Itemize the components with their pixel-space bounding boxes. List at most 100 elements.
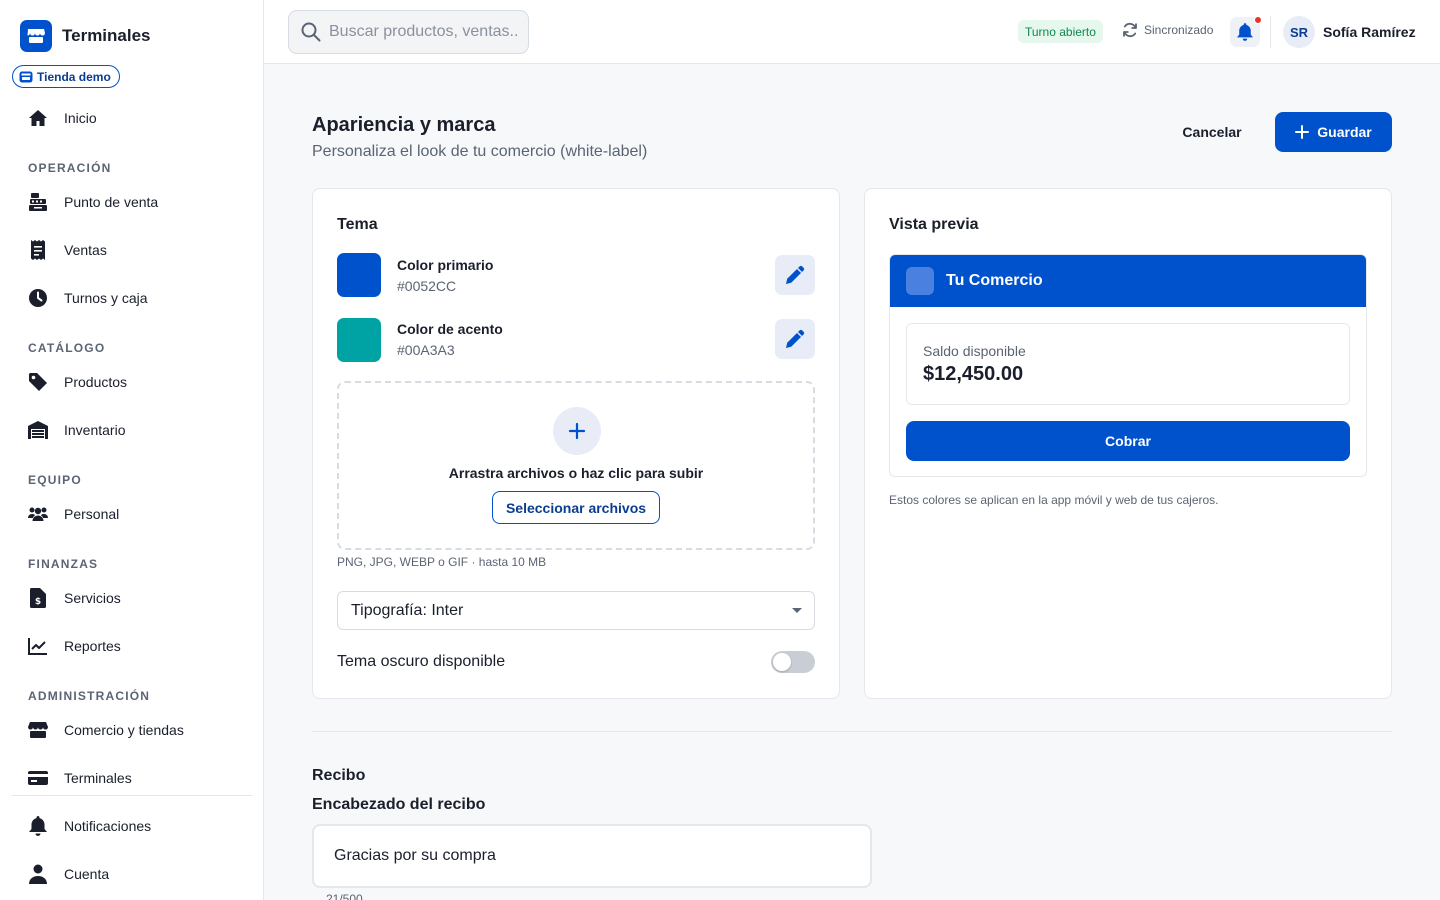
accent-color-swatch[interactable] <box>337 318 381 362</box>
preview-logo <box>906 267 934 295</box>
sidebar-item-terminales[interactable]: Terminales <box>28 766 132 790</box>
balance-value: $12,450.00 <box>923 363 1024 385</box>
char-counter: 21/500 <box>326 892 363 900</box>
home-icon <box>28 108 48 128</box>
preview-charge-button[interactable]: Cobrar <box>906 421 1350 461</box>
receipt-header-input[interactable] <box>312 824 872 888</box>
preview-balance-card: Saldo disponible $12,450.00 <box>906 323 1350 405</box>
typography-select[interactable]: Tipografía: Inter <box>337 591 815 630</box>
sidebar-item-label: Comercio y tiendas <box>64 722 184 738</box>
bell-icon <box>28 816 48 836</box>
page-subtitle: Personaliza el look de tu comercio (whit… <box>312 143 648 160</box>
logo-dropzone[interactable]: Arrastra archivos o haz clic para subir … <box>337 381 815 550</box>
sidebar-item-ventas[interactable]: Ventas <box>28 238 107 262</box>
section-equipo: EQUIPO <box>28 473 82 487</box>
sidebar-item-label: Inicio <box>64 110 97 126</box>
sidebar-item-personal[interactable]: Personal <box>28 502 119 526</box>
plus-icon <box>1295 125 1310 139</box>
plus-icon <box>553 407 601 455</box>
sidebar-item-inventario[interactable]: Inventario <box>28 418 125 442</box>
accent-color-hex: #00A3A3 <box>397 342 455 358</box>
clock-icon <box>28 288 48 308</box>
sidebar-item-label: Productos <box>64 374 128 390</box>
search-input[interactable] <box>329 23 519 41</box>
invoice-dollar-icon: $ <box>28 588 48 608</box>
preview-frame: Tu Comercio Saldo disponible $12,450.00 … <box>889 254 1367 477</box>
sidebar-item-productos[interactable]: Productos <box>28 370 127 394</box>
receipt-title: Recibo <box>312 767 366 784</box>
save-button-label: Guardar <box>1317 124 1372 140</box>
sidebar-item-cuenta[interactable]: Cuenta <box>28 862 109 886</box>
receipt-icon <box>28 240 48 260</box>
section-divider <box>312 731 1392 732</box>
select-files-button[interactable]: Seleccionar archivos <box>492 491 660 524</box>
app-name: Terminales <box>62 26 151 45</box>
sync-icon <box>1123 22 1137 38</box>
store-logo-icon <box>20 20 52 52</box>
avatar[interactable]: SR <box>1283 16 1315 48</box>
topbar: Turno abierto Sincronizado SR Sofía Ramí… <box>264 0 1440 64</box>
user-icon <box>28 864 48 884</box>
cancel-button[interactable]: Cancelar <box>1166 112 1258 152</box>
pencil-icon <box>786 265 805 284</box>
sidebar-item-servicios[interactable]: $ Servicios <box>28 586 121 610</box>
sidebar-item-label: Cuenta <box>64 866 110 882</box>
topbar-divider <box>1270 16 1271 48</box>
svg-text:$: $ <box>35 597 41 607</box>
section-operacion: OPERACIÓN <box>28 161 112 175</box>
sync-status-label: Sincronizado <box>1144 23 1214 37</box>
sidebar-item-reportes[interactable]: Reportes <box>28 634 121 658</box>
store-selector[interactable]: Tienda demo <box>12 65 120 88</box>
sidebar-item-label: Reportes <box>64 638 121 654</box>
sidebar-item-label: Terminales <box>64 770 132 786</box>
user-name[interactable]: Sofía Ramírez <box>1323 24 1416 40</box>
pencil-icon <box>786 329 805 348</box>
sidebar-item-label: Personal <box>64 506 120 522</box>
toggle-knob <box>773 653 791 671</box>
balance-label: Saldo disponible <box>923 343 1026 359</box>
credit-card-icon <box>28 768 48 788</box>
caret-down-icon <box>792 608 802 613</box>
sidebar-item-notificaciones[interactable]: Notificaciones <box>28 814 151 838</box>
theme-card: Tema Color primario #0052CC Color de ace… <box>312 188 840 699</box>
notifications-button[interactable] <box>1230 16 1262 47</box>
line-chart-icon <box>28 636 48 656</box>
search-box[interactable] <box>288 10 529 54</box>
section-finanzas: FINANZAS <box>28 557 99 571</box>
notification-dot <box>1254 16 1262 24</box>
dropzone-text: Arrastra archivos o haz clic para subir <box>448 465 704 481</box>
primary-color-swatch[interactable] <box>337 253 381 297</box>
sidebar-item-turnos[interactable]: Turnos y caja <box>28 286 148 310</box>
users-icon <box>28 504 48 524</box>
dark-theme-label: Tema oscuro disponible <box>337 653 506 670</box>
sidebar-item-inicio[interactable]: Inicio <box>28 106 97 130</box>
sidebar-item-comercio[interactable]: Comercio y tiendas <box>28 718 184 742</box>
primary-color-label: Color primario <box>397 257 494 273</box>
sync-status: Sincronizado <box>1122 22 1213 38</box>
section-catalogo: CATÁLOGO <box>28 341 106 355</box>
sidebar-item-punto-de-venta[interactable]: Punto de venta <box>28 190 158 214</box>
upload-hint: PNG, JPG, WEBP o GIF · hasta 10 MB <box>337 555 547 569</box>
edit-primary-color-button[interactable] <box>775 255 815 295</box>
sidebar-divider <box>12 795 252 796</box>
shift-status-badge: Turno abierto <box>1018 20 1103 43</box>
save-button[interactable]: Guardar <box>1275 112 1392 152</box>
sidebar-item-label: Servicios <box>64 590 121 606</box>
sidebar-item-label: Ventas <box>64 242 107 258</box>
bell-icon <box>1237 23 1253 41</box>
preview-card: Vista previa Tu Comercio Saldo disponibl… <box>864 188 1392 699</box>
warehouse-icon <box>28 420 48 440</box>
section-administracion: ADMINISTRACIÓN <box>28 689 151 703</box>
dark-theme-toggle[interactable] <box>771 651 815 673</box>
sidebar-item-label: Turnos y caja <box>64 290 148 306</box>
store-icon <box>19 71 33 82</box>
store-icon <box>28 720 48 740</box>
preview-header: Tu Comercio <box>890 255 1366 307</box>
edit-accent-color-button[interactable] <box>775 319 815 359</box>
primary-color-hex: #0052CC <box>397 278 457 294</box>
preview-merchant-name: Tu Comercio <box>946 272 1043 289</box>
accent-color-label: Color de acento <box>397 321 503 337</box>
sidebar-item-label: Inventario <box>64 422 126 438</box>
brand[interactable]: Terminales <box>20 20 151 52</box>
preview-note: Estos colores se aplican en la app móvil… <box>889 493 1219 507</box>
